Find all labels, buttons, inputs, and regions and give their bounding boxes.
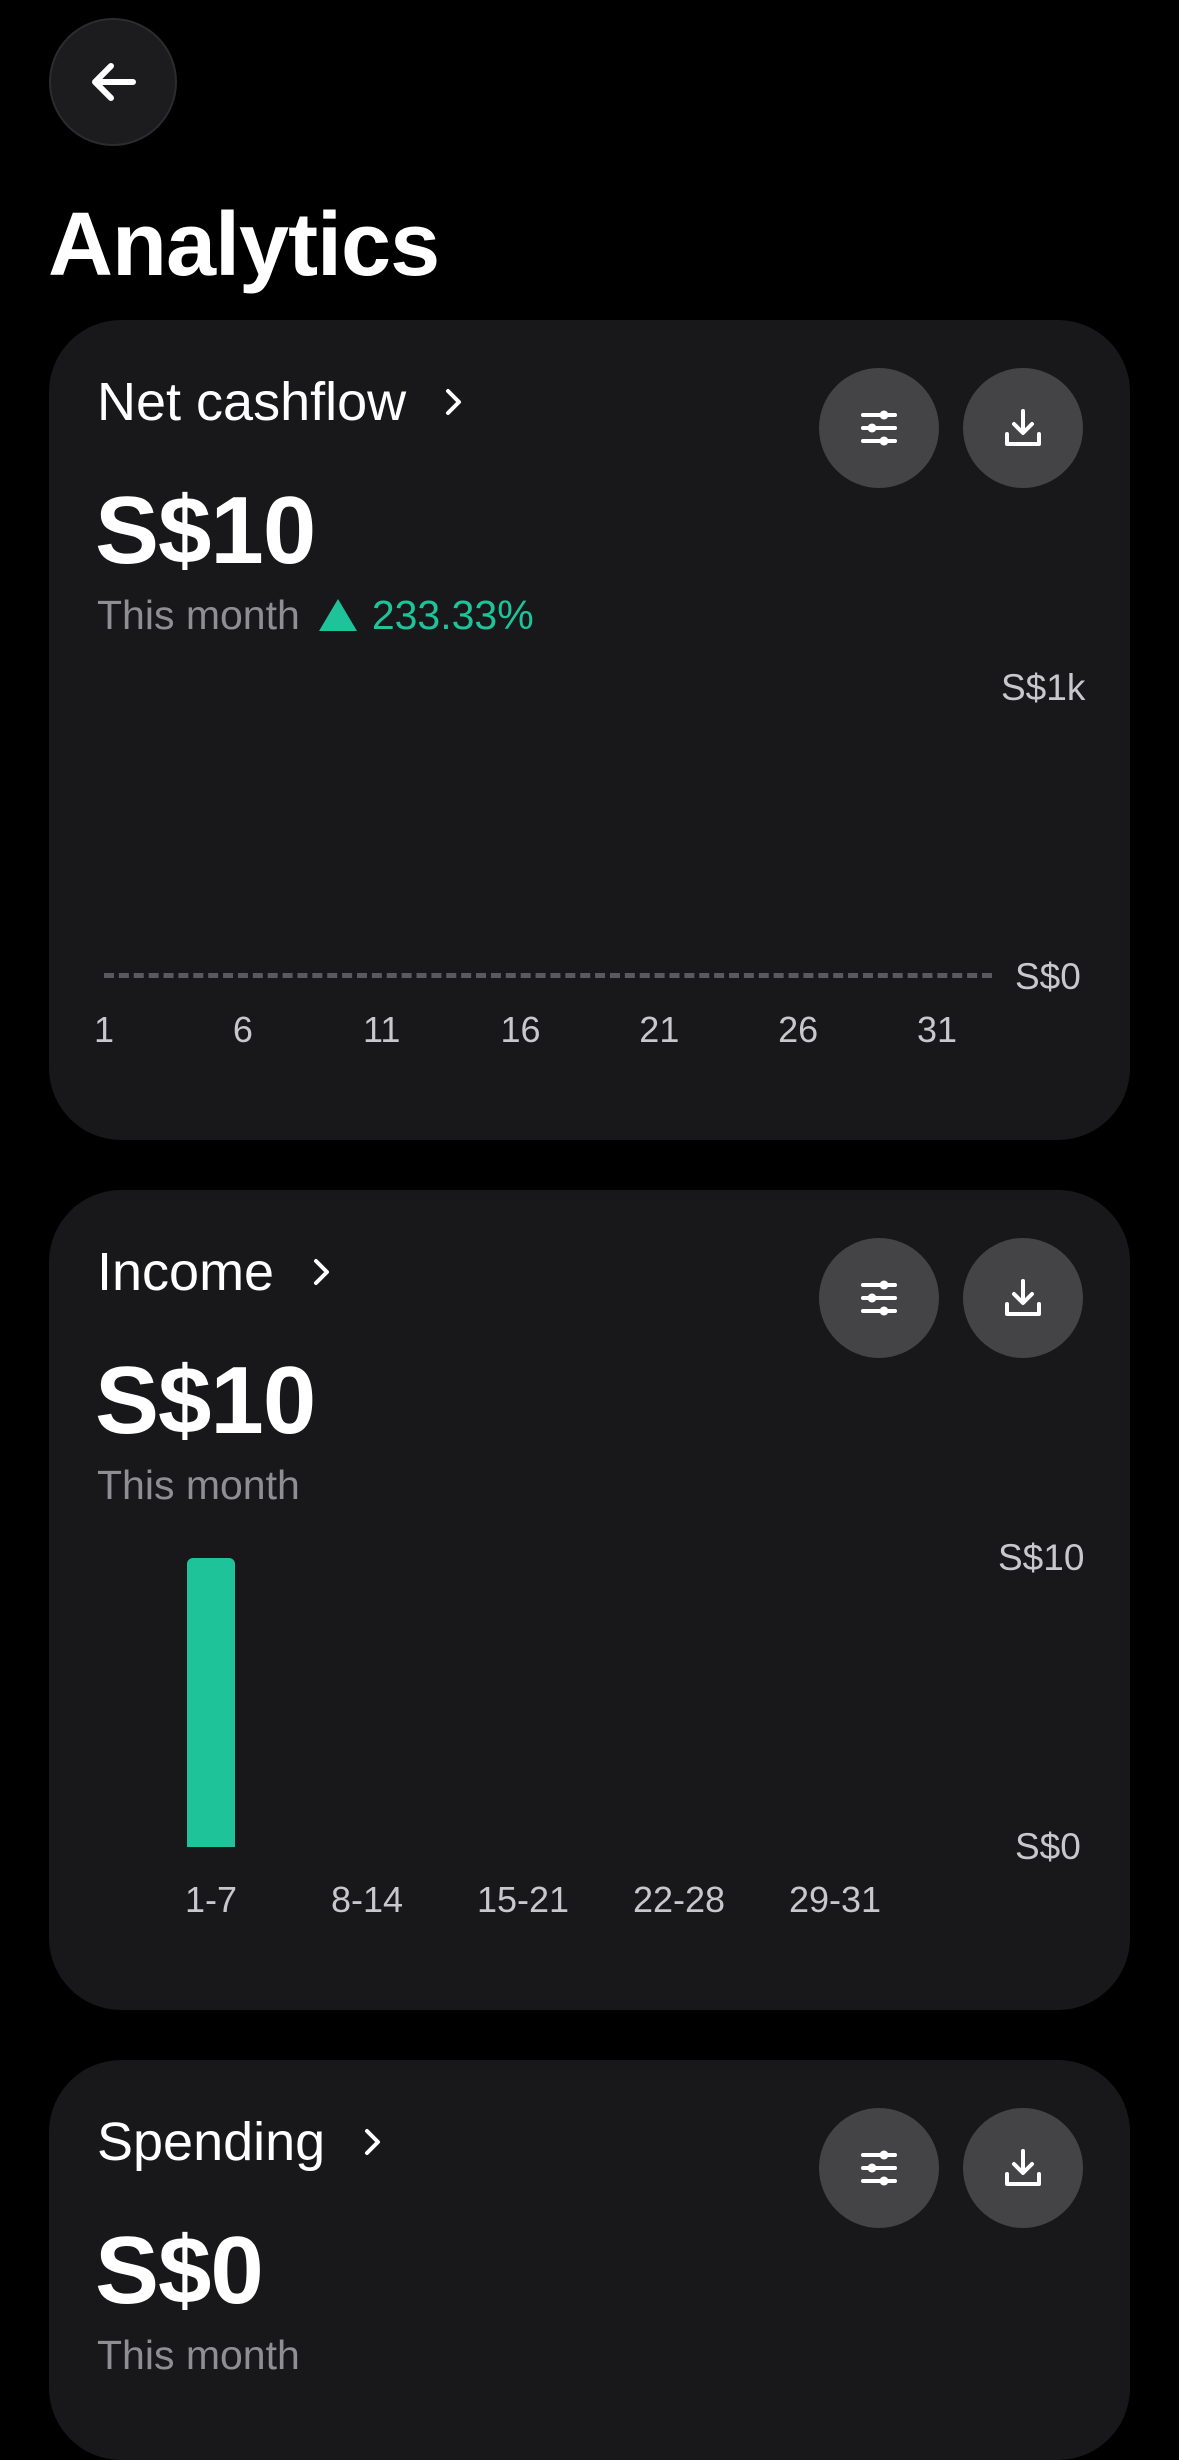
x-tick-label: 21 (639, 1009, 680, 1050)
chevron-right-icon (444, 387, 464, 417)
x-tick-label: 8-14 (330, 1879, 404, 1920)
y-axis-min-label: S$0 (1015, 1826, 1081, 1867)
page-title: Analytics (48, 195, 440, 295)
x-tick-label: 22-28 (632, 1879, 726, 1920)
net-cashflow-period: This month 233.33% (97, 590, 534, 640)
net-cashflow-amount: S$10 (95, 477, 316, 584)
filter-button[interactable] (819, 368, 939, 488)
arrow-left-icon (92, 63, 136, 101)
download-button[interactable] (963, 368, 1083, 488)
filter-button[interactable] (819, 1238, 939, 1358)
back-button[interactable] (49, 18, 177, 146)
net-cashflow-header[interactable]: Net cashflow (97, 370, 464, 434)
download-button[interactable] (963, 1238, 1083, 1358)
x-tick-label: 1-7 (184, 1879, 238, 1920)
y-axis-max-label: S$10 (998, 1537, 1085, 1578)
income-amount: S$10 (95, 1347, 316, 1454)
spending-period: This month (97, 2332, 300, 2378)
card-title: Income (97, 1242, 275, 1302)
x-tick-label: 6 (232, 1009, 253, 1050)
net-cashflow-card: Net cashflow S$10 This month 233.33% S$1… (49, 320, 1130, 1140)
download-icon (1005, 1279, 1041, 1316)
x-tick-label: 31 (916, 1009, 958, 1050)
change-badge: 233.33% (318, 590, 534, 640)
x-tick-label: 15-21 (476, 1879, 570, 1920)
income-card: Income S$10 This month S$10 S$0 1-7 8-14 1… (49, 1190, 1130, 2010)
spending-header[interactable]: Spending (97, 2110, 383, 2174)
spending-amount: S$0 (95, 2217, 264, 2324)
x-tick-label: 26 (778, 1009, 819, 1050)
download-icon (1005, 2149, 1041, 2186)
income-period: This month (97, 1462, 300, 1508)
card-title: Spending (97, 2112, 326, 2172)
filter-button[interactable] (819, 2108, 939, 2228)
x-tick-label: 11 (362, 1009, 401, 1050)
download-icon (1005, 409, 1041, 446)
y-axis-max-label: S$1k (1001, 667, 1086, 708)
x-tick-label: 1 (93, 1009, 115, 1050)
spending-card: Spending S$0 This month (49, 2060, 1130, 2460)
income-bar[interactable] (187, 1558, 235, 1847)
sliders-icon (861, 2150, 897, 2186)
card-title: Net cashflow (97, 372, 407, 432)
chevron-right-icon (312, 1257, 332, 1287)
download-button[interactable] (963, 2108, 1083, 2228)
triangle-up-icon (318, 598, 358, 632)
sliders-icon (861, 1280, 897, 1316)
sliders-icon (861, 410, 897, 446)
y-axis-min-label: S$0 (1015, 956, 1081, 997)
x-tick-label: 29-31 (788, 1879, 882, 1920)
income-header[interactable]: Income (97, 1240, 332, 1304)
x-tick-label: 16 (500, 1009, 541, 1050)
zero-baseline (104, 973, 992, 978)
chevron-right-icon (363, 2127, 383, 2157)
